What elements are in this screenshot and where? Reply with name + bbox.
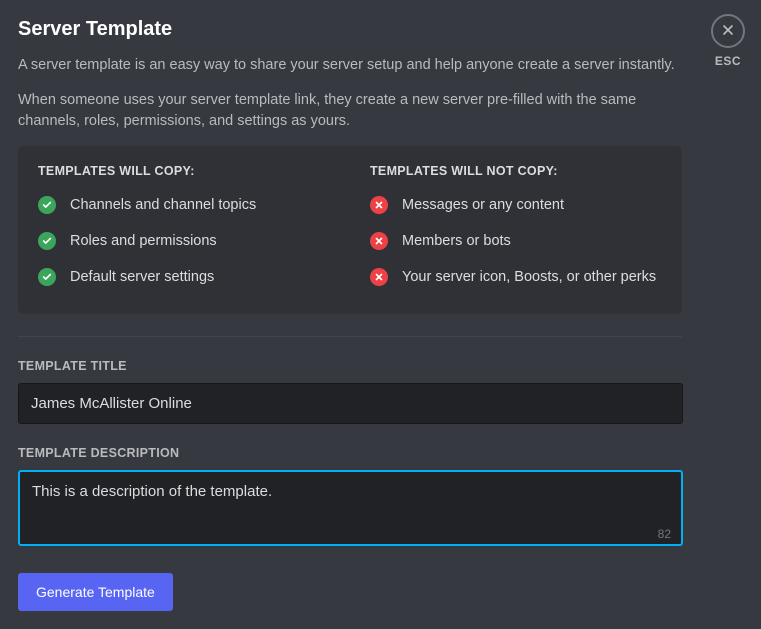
list-item: Your server icon, Boosts, or other perks [370, 268, 662, 286]
section-divider [18, 336, 682, 337]
intro-text-2: When someone uses your server template l… [18, 90, 682, 132]
list-item-label: Roles and permissions [70, 233, 217, 249]
list-item-label: Members or bots [402, 233, 511, 249]
cross-icon [370, 196, 388, 214]
template-title-label: TEMPLATE TITLE [18, 359, 682, 373]
cross-icon [370, 232, 388, 250]
will-copy-column: TEMPLATES WILL COPY: Channels and channe… [38, 164, 330, 304]
will-not-copy-column: TEMPLATES WILL NOT COPY: Messages or any… [370, 164, 662, 304]
list-item-label: Your server icon, Boosts, or other perks [402, 269, 656, 285]
close-icon [720, 22, 736, 41]
will-not-copy-heading: TEMPLATES WILL NOT COPY: [370, 164, 662, 178]
copy-info-box: TEMPLATES WILL COPY: Channels and channe… [18, 146, 682, 314]
template-title-input[interactable] [18, 383, 683, 424]
check-icon [38, 268, 56, 286]
template-description-input[interactable] [18, 470, 683, 546]
list-item: Roles and permissions [38, 232, 330, 250]
list-item-label: Messages or any content [402, 197, 564, 213]
list-item-label: Default server settings [70, 269, 214, 285]
page-title: Server Template [18, 18, 682, 41]
close-button[interactable] [711, 14, 745, 48]
char-count: 82 [658, 527, 671, 541]
list-item: Members or bots [370, 232, 662, 250]
cross-icon [370, 268, 388, 286]
list-item: Messages or any content [370, 196, 662, 214]
check-icon [38, 232, 56, 250]
list-item-label: Channels and channel topics [70, 197, 256, 213]
list-item: Default server settings [38, 268, 330, 286]
list-item: Channels and channel topics [38, 196, 330, 214]
intro-text-1: A server template is an easy way to shar… [18, 55, 682, 76]
template-description-label: TEMPLATE DESCRIPTION [18, 446, 682, 460]
esc-label: ESC [711, 54, 745, 68]
generate-template-button[interactable]: Generate Template [18, 573, 173, 611]
will-copy-heading: TEMPLATES WILL COPY: [38, 164, 330, 178]
check-icon [38, 196, 56, 214]
